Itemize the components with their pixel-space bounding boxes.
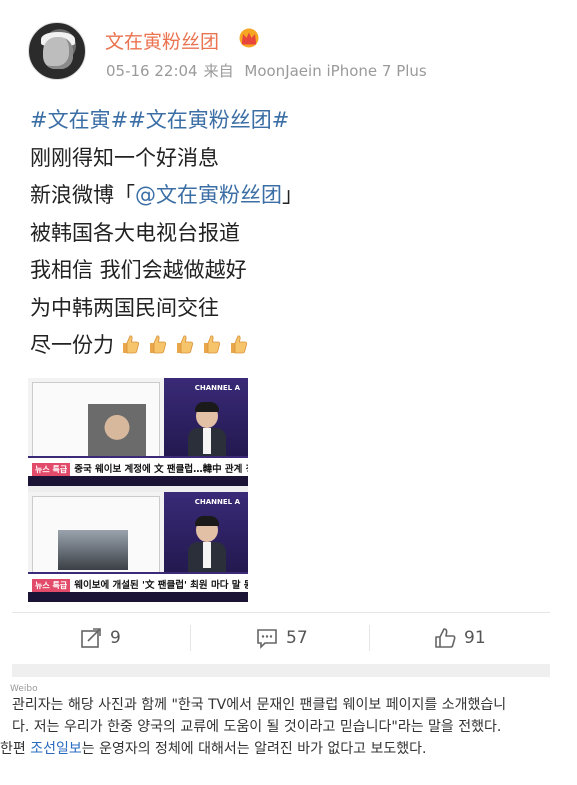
- like-button[interactable]: 91: [434, 625, 486, 651]
- tv-screenshot-2: CHANNEL A 뉴스 특급 웨이보에 개설된 '文 팬클럽' 최원 마다 말 …: [28, 492, 248, 602]
- news-source-link[interactable]: 조선일보: [30, 741, 82, 757]
- tv-caption-2: 뉴스 특급 웨이보에 개설된 '文 팬클럽' 최원 마다 말 동표: [28, 572, 248, 592]
- mention-link[interactable]: @文在寅粉丝团: [135, 183, 282, 207]
- post-line-4: 我相信 我们会越做越好: [30, 258, 247, 282]
- news-ticker: [28, 592, 248, 602]
- post-body: #文在寅##文在寅粉丝团# 刚刚得知一个好消息 新浪微博「@文在寅粉丝团」 被韩…: [30, 102, 303, 365]
- action-separator: [190, 625, 191, 651]
- comment-count: 57: [286, 628, 308, 648]
- portrait-photo: [88, 404, 146, 456]
- thumbs-up-icon: [177, 335, 194, 354]
- comment-button[interactable]: 57: [256, 625, 308, 651]
- comment-icon: [257, 629, 277, 649]
- channel-logo: CHANNEL A: [194, 384, 240, 392]
- avatar[interactable]: [28, 22, 86, 80]
- tv-caption-1: 뉴스 특급중국 웨이보 계정에 文 팬클럽…韓中 관계 청신호?: [28, 456, 248, 476]
- thumbs-up-icon: [204, 335, 221, 354]
- article-line-2: 다. 저는 우리가 한중 양국의 교류에 도움이 될 것이라고 믿습니다"라는 …: [12, 719, 502, 735]
- post-line-2-suffix: 」: [282, 183, 303, 207]
- anchor-shirt: [203, 542, 211, 568]
- thumbs-up-icon: [231, 335, 248, 354]
- action-separator: [369, 625, 370, 651]
- news-tag: 뉴스 특급: [32, 463, 71, 476]
- crown-icon: [239, 28, 259, 48]
- channel-logo: CHANNEL A: [194, 498, 240, 506]
- article-line-3-suffix: 는 운영자의 정체에 대해서는 알려진 바가 없다고 보도했다.: [81, 741, 427, 757]
- caption-text: 중국 웨이보 계정에 文 팬클럽…韓中 관계 청신호?: [74, 464, 248, 475]
- post-line-3: 被韩国各大电视台报道: [30, 220, 240, 245]
- car-photo: [58, 530, 128, 570]
- post-image[interactable]: CHANNEL A 뉴스 특급중국 웨이보 계정에 文 팬클럽…韓中 관계 청신…: [28, 378, 248, 602]
- source-prefix: 来自: [203, 62, 234, 80]
- card-footer-strip: [12, 664, 550, 677]
- avatar-face: [43, 37, 73, 69]
- post-timestamp[interactable]: 05-16 22:04: [106, 62, 198, 80]
- article-line-3-prefix: 한편: [0, 741, 31, 757]
- post-device: MoonJaein iPhone 7 Plus: [244, 62, 427, 80]
- post-line-2-prefix: 新浪微博「: [30, 183, 135, 207]
- image-source-label: Weibo: [10, 684, 38, 694]
- post-line-2: 新浪微博「@文在寅粉丝团」: [30, 177, 303, 215]
- anchor-shirt: [203, 428, 211, 454]
- news-ticker: [28, 476, 248, 486]
- article-text: 관리자는 해당 사진과 함께 "한국 TV에서 문재인 팬클럽 웨이보 페이지를…: [0, 694, 577, 760]
- post-hashtags[interactable]: #文在寅##文在寅粉丝团#: [30, 102, 303, 140]
- tv-screenshot-1: CHANNEL A 뉴스 특급중국 웨이보 계정에 文 팬클럽…韓中 관계 청신…: [28, 378, 248, 486]
- anchor-hair: [195, 516, 219, 526]
- anchor-hair: [195, 402, 219, 412]
- post-line-1: 刚刚得知一个好消息: [30, 145, 219, 170]
- news-tag: 뉴스 특급: [32, 579, 71, 592]
- post-meta: 05-16 22:04 来自 MoonJaein iPhone 7 Plus: [106, 60, 433, 81]
- post-line-6: 尽一份力: [30, 327, 303, 365]
- caption-text: 웨이보에 개설된 '文 팬클럽' 최원 마다 말 동표: [74, 580, 248, 591]
- repost-button[interactable]: 9: [80, 625, 121, 651]
- thumbs-up-icon: [150, 335, 167, 354]
- thumbs-up-emoji-row: [114, 327, 249, 365]
- repost-icon: [81, 628, 101, 648]
- like-icon: [435, 628, 456, 648]
- like-count: 91: [464, 628, 486, 648]
- article-line-1: 관리자는 해당 사진과 함께 "한국 TV에서 문재인 팬클럽 웨이보 페이지를…: [12, 697, 507, 713]
- article-line-3: 한편 조선일보는 운영자의 정체에 대해서는 알려진 바가 없다고 보도했다.: [0, 738, 577, 760]
- repost-count: 9: [110, 628, 121, 648]
- post-line-6-text: 尽一份力: [30, 333, 114, 357]
- post-line-5: 为中韩两国民间交往: [30, 295, 219, 320]
- thumbs-up-icon: [123, 335, 140, 354]
- action-bar: 9 57 91: [12, 613, 550, 663]
- author-name[interactable]: 文在寅粉丝团: [105, 27, 219, 54]
- weibo-post-card: 文在寅粉丝团 05-16 22:04 来自 MoonJaein iPhone 7 …: [0, 0, 577, 677]
